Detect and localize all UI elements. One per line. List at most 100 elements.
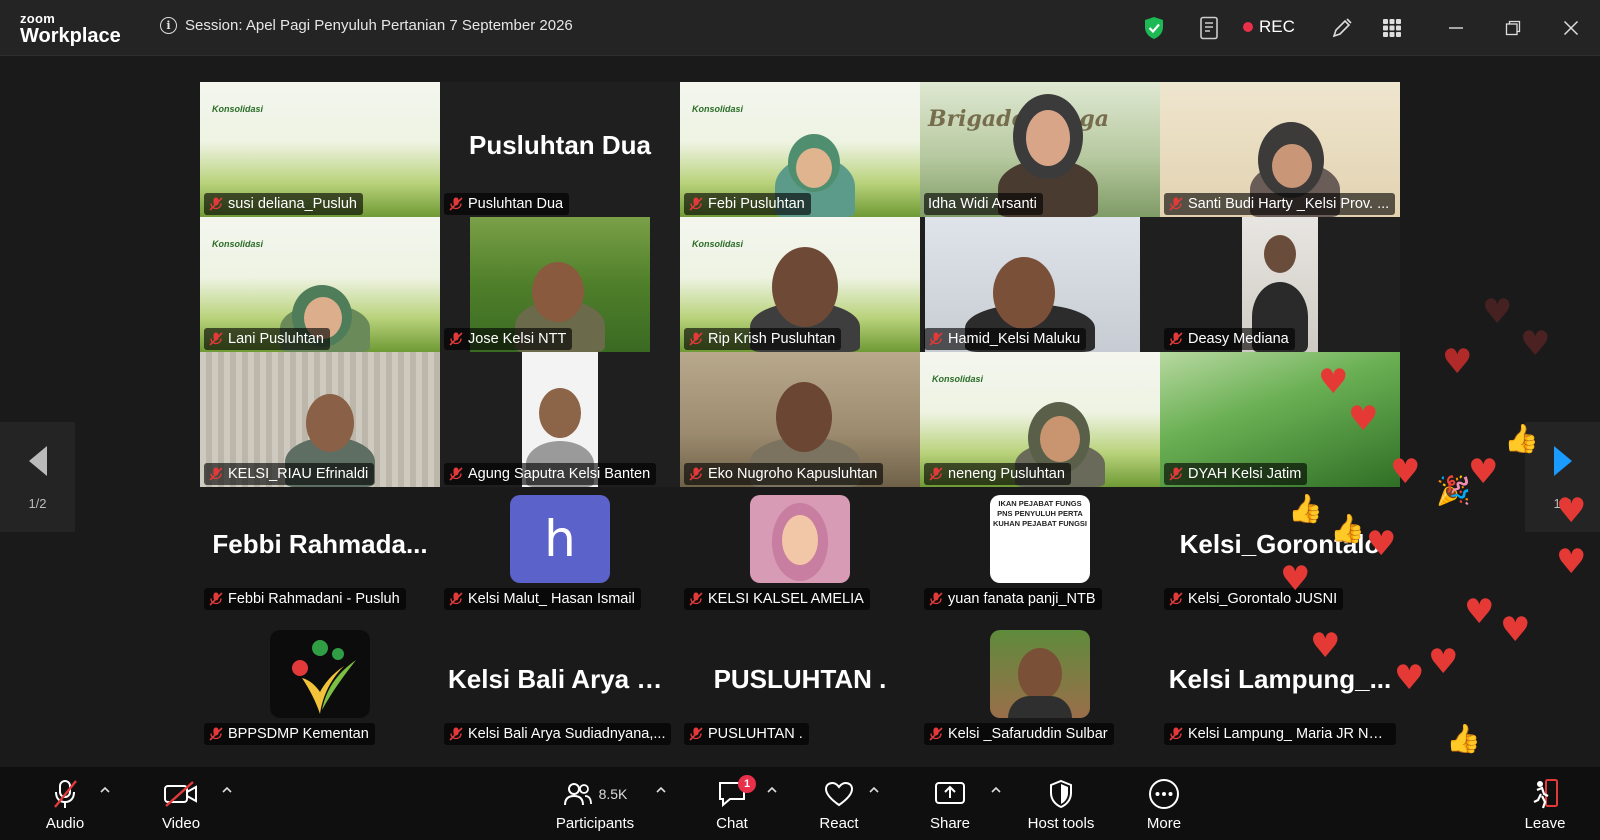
- video-tile[interactable]: Konsolidasi Febi Pusluhtan: [680, 82, 920, 217]
- participant-name: Kelsi Lampung_ Maria JR Nai...: [1188, 726, 1390, 742]
- audio-button[interactable]: Audio: [40, 777, 90, 835]
- video-tile[interactable]: Agung Saputra Kelsi Banten: [440, 352, 680, 487]
- avatar-tile[interactable]: Kelsi _Safaruddin Sulbar: [920, 622, 1160, 757]
- mic-muted-icon: [209, 727, 223, 741]
- page-indicator: 1/2: [28, 495, 47, 511]
- info-icon[interactable]: i: [160, 17, 177, 34]
- participant-name: Idha Widi Arsanti: [928, 196, 1037, 212]
- video-tile[interactable]: Konsolidasi neneng Pusluhtan: [920, 352, 1160, 487]
- participant-face: [796, 148, 832, 188]
- participants-options-chevron-icon[interactable]: [654, 783, 668, 797]
- party-popper-reaction-icon: 🎉: [1436, 474, 1471, 507]
- video-options-chevron-icon[interactable]: [220, 783, 234, 797]
- previous-page-button[interactable]: 1/2: [0, 422, 75, 532]
- participants-icon: [563, 783, 592, 806]
- participant-name-tag: PUSLUHTAN .: [684, 723, 809, 745]
- participant-name-tag: Kelsi _Safaruddin Sulbar: [924, 723, 1114, 745]
- video-tile[interactable]: Pusluhtan Dua Pusluhtan Dua: [440, 82, 680, 217]
- participant-name: yuan fanata panji_NTB: [948, 591, 1096, 607]
- video-tile[interactable]: Santi Budi Harty _Kelsi Prov. ...: [1160, 82, 1400, 217]
- avatar-tile[interactable]: Kelsi Bali Arya S... Kelsi Bali Arya Sud…: [440, 622, 680, 757]
- more-button[interactable]: More: [1140, 777, 1188, 835]
- participant-name: Eko Nugroho Kapusluhtan: [708, 466, 878, 482]
- react-button[interactable]: React: [815, 777, 863, 835]
- apps-grid-icon[interactable]: [1378, 14, 1406, 42]
- participant-face: [1026, 110, 1070, 166]
- konsolidasi-banner: Konsolidasi: [212, 104, 264, 114]
- mic-muted-icon: [1169, 467, 1183, 481]
- avatar-banner-line: KUHAN PEJABAT FUNGSI: [992, 519, 1088, 528]
- avatar-tile[interactable]: Kelsi Lampung_... Kelsi Lampung_ Maria J…: [1160, 622, 1400, 757]
- restore-icon[interactable]: [1499, 14, 1527, 42]
- share-options-chevron-icon[interactable]: [989, 783, 1003, 797]
- annotate-pen-icon[interactable]: [1328, 14, 1356, 42]
- heart-reaction-icon: ♥: [1442, 342, 1473, 382]
- avatar-tile[interactable]: PUSLUHTAN . PUSLUHTAN .: [680, 622, 920, 757]
- video-tile[interactable]: Deasy Mediana: [1160, 217, 1400, 352]
- chat-button[interactable]: 1 Chat: [710, 775, 756, 835]
- participant-name-tag: Deasy Mediana: [1164, 328, 1295, 350]
- heart-reaction-icon: ♥: [1310, 626, 1341, 666]
- avatar-tile[interactable]: Kelsi_Gorontalo Kelsi_Gorontalo JUSNI: [1160, 487, 1400, 622]
- participant-name: Hamid_Kelsi Maluku: [948, 331, 1081, 347]
- video-tile[interactable]: Konsolidasi susi deliana_Pusluh: [200, 82, 440, 217]
- shield-check-icon[interactable]: [1140, 14, 1168, 42]
- video-tile[interactable]: Hamid_Kelsi Maluku: [920, 217, 1160, 352]
- session-info[interactable]: i Session: Apel Pagi Penyuluh Pertanian …: [160, 17, 573, 34]
- minimize-icon[interactable]: [1442, 14, 1470, 42]
- participant-name-tag: Lani Pusluhtan: [204, 328, 330, 350]
- arrow-left-icon: [28, 445, 47, 476]
- video-tile[interactable]: Konsolidasi Lani Pusluhtan: [200, 217, 440, 352]
- video-tile[interactable]: KELSI_RIAU Efrinaldi: [200, 352, 440, 487]
- chat-options-chevron-icon[interactable]: [765, 783, 779, 797]
- participant-name-tag: Febi Pusluhtan: [684, 193, 811, 215]
- title-bar: zoom Workplace i Session: Apel Pagi Peny…: [0, 0, 1600, 56]
- recording-indicator[interactable]: REC: [1243, 17, 1295, 37]
- video-tile[interactable]: Eko Nugroho Kapusluhtan: [680, 352, 920, 487]
- avatar-tile[interactable]: IKAN PEJABAT FUNGS PNS PENYULUH PERTA KU…: [920, 487, 1160, 622]
- leave-button[interactable]: Leave: [1520, 777, 1570, 835]
- avatar-banner-line: PNS PENYULUH PERTA: [997, 509, 1083, 518]
- konsolidasi-banner: Konsolidasi: [692, 239, 744, 249]
- participant-face: [772, 247, 838, 327]
- video-label: Video: [161, 815, 201, 832]
- participant-display-name: PUSLUHTAN .: [713, 664, 887, 694]
- react-options-chevron-icon[interactable]: [867, 783, 881, 797]
- avatar-banner-line: IKAN PEJABAT FUNGS: [998, 499, 1082, 508]
- participant-display-name: Febbi Rahmada...: [212, 529, 428, 559]
- participant-name-tag: Kelsi Malut_ Hasan Ismail: [444, 588, 641, 610]
- document-icon[interactable]: [1195, 14, 1223, 42]
- participant-name: PUSLUHTAN .: [708, 726, 803, 742]
- participant-name-tag: Kelsi_Gorontalo JUSNI: [1164, 588, 1344, 610]
- rec-dot-icon: [1243, 22, 1253, 32]
- avatar: [990, 630, 1090, 718]
- video-tile[interactable]: Jose Kelsi NTT: [440, 217, 680, 352]
- participant-name: KELSI KALSEL AMELIA: [708, 591, 864, 607]
- avatar-face: [1018, 648, 1062, 700]
- participants-button[interactable]: 8.5K Participants: [545, 777, 645, 835]
- close-icon[interactable]: [1557, 14, 1585, 42]
- audio-options-chevron-icon[interactable]: [98, 783, 112, 797]
- konsolidasi-banner: Konsolidasi: [212, 239, 264, 249]
- avatar-tile[interactable]: h Kelsi Malut_ Hasan Ismail: [440, 487, 680, 622]
- host-tools-button[interactable]: Host tools: [1020, 777, 1102, 835]
- participant-name: Kelsi _Safaruddin Sulbar: [948, 726, 1108, 742]
- mic-muted-icon: [449, 727, 463, 741]
- video-tile[interactable]: Konsolidasi Rip Krish Pusluhtan: [680, 217, 920, 352]
- participant-name-tag: Agung Saputra Kelsi Banten: [444, 463, 657, 485]
- video-button[interactable]: Video: [156, 777, 206, 835]
- participant-face: [1272, 144, 1312, 188]
- video-tile-active-speaker[interactable]: Brigade Panga Idha Widi Arsanti: [920, 82, 1160, 217]
- heart-reaction-icon: ♥: [1280, 559, 1311, 599]
- avatar-tile[interactable]: BPPSDMP Kementan: [200, 622, 440, 757]
- bppsdmp-logo: [270, 630, 370, 718]
- mic-muted-icon: [929, 592, 943, 606]
- heart-reaction-icon: ♥: [1556, 491, 1587, 531]
- avatar-tile[interactable]: KELSI KALSEL AMELIA: [680, 487, 920, 622]
- heart-reaction-icon: ♥: [1318, 362, 1349, 402]
- avatar-tile[interactable]: Febbi Rahmada... Febbi Rahmadani - Puslu…: [200, 487, 440, 622]
- heart-outline-icon: [823, 777, 855, 811]
- participant-display-name: Kelsi Lampung_...: [1168, 664, 1392, 694]
- share-button[interactable]: Share: [925, 777, 975, 835]
- thumbs-up-reaction-icon: 👍: [1330, 512, 1365, 545]
